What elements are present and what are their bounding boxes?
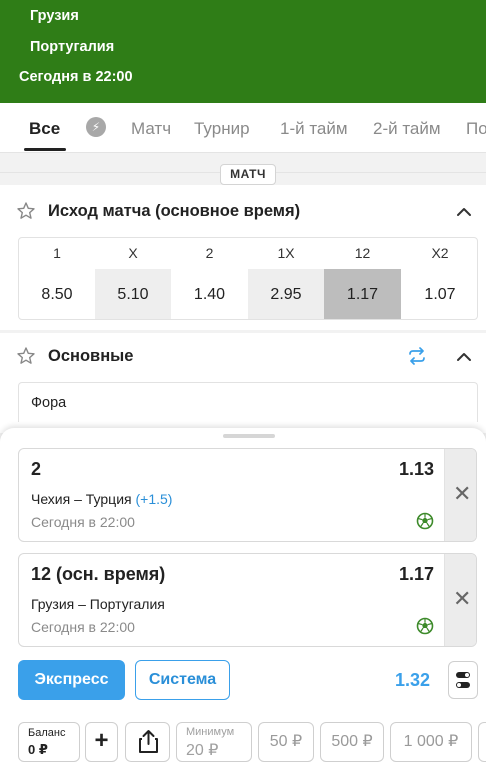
bet-slip: 2 1.13 Чехия – Турция (+1.5) Сегодня в 2… [0, 428, 486, 766]
match-header: Грузия Португалия Сегодня в 22:00 [0, 0, 486, 103]
bet-card: 12 (осн. время) 1.17 Грузия – Португалия… [18, 553, 477, 647]
odds-button-1[interactable]: 8.50 [19, 269, 95, 319]
favorite-star-icon[interactable] [16, 346, 36, 366]
balance-box: Баланс 0 ₽ [18, 722, 80, 762]
football-icon [416, 617, 434, 635]
team-1-name: Грузия [30, 8, 79, 24]
bet-time: Сегодня в 22:00 [31, 619, 135, 635]
settings-toggle-button[interactable] [448, 661, 478, 699]
bet-coefficient: 1.13 [398, 459, 434, 479]
handicap-row[interactable]: Фора [18, 382, 478, 422]
favorite-star-icon[interactable] [16, 201, 36, 221]
drag-handle[interactable] [223, 434, 275, 438]
bet-event: Чехия – Турция (+1.5) [31, 491, 172, 507]
handicap-label: Фора [31, 395, 67, 411]
close-icon: ✕ [453, 481, 472, 506]
quick-stake-more[interactable] [478, 722, 486, 762]
deposit-button[interactable]: + [85, 722, 118, 762]
share-icon [139, 730, 158, 753]
football-icon [416, 512, 434, 530]
bet-outcome: 2 [31, 459, 42, 479]
section-label-match: МАТЧ [220, 164, 276, 185]
share-button[interactable] [125, 722, 170, 762]
balance-value: 0 ₽ [28, 742, 48, 757]
lightning-icon[interactable]: ⚡ [86, 117, 106, 137]
odds-button-2[interactable]: 1.40 [171, 269, 248, 319]
odds-grid: 1 X 2 1X 12 X2 8.50 5.10 1.40 2.95 1.17 … [18, 237, 478, 320]
stake-input-label: Минимум [186, 726, 235, 738]
odds-header-1: 1 [53, 245, 61, 261]
market-tabs: Все Матч Турнир 1-й тайм 2-й тайм По [0, 103, 486, 153]
close-icon: ✕ [453, 586, 472, 611]
remove-bet-button[interactable]: ✕ [444, 554, 476, 646]
tab-first-half[interactable]: 1-й тайм [280, 119, 348, 139]
bet-coefficient: 1.17 [398, 564, 434, 584]
express-button[interactable]: Экспресс [18, 660, 125, 700]
collapse-chevron-icon[interactable] [456, 349, 472, 365]
bet-handicap: (+1.5) [135, 491, 173, 507]
tab-tournament[interactable]: Турнир [194, 119, 250, 139]
toggle-icon [456, 672, 470, 688]
odds-header-x2: X2 [431, 245, 449, 261]
market-title: Основные [48, 347, 134, 365]
bet-teams: Грузия – Португалия [31, 596, 165, 612]
odds-header-2: 2 [205, 245, 214, 261]
market-title: Исход матча (основное время) [48, 202, 301, 220]
remove-bet-button[interactable]: ✕ [444, 449, 476, 541]
total-coefficient: 1.32 [395, 670, 431, 690]
stake-input-placeholder: 20 ₽ [186, 742, 219, 759]
odds-header-12: 12 [354, 245, 371, 261]
system-button[interactable]: Система [135, 660, 230, 700]
bet-event: Грузия – Португалия [31, 596, 165, 612]
balance-label: Баланс [28, 727, 66, 739]
bet-card: 2 1.13 Чехия – Турция (+1.5) Сегодня в 2… [18, 448, 477, 542]
tab-match[interactable]: Матч [131, 119, 171, 139]
stake-input[interactable]: Минимум 20 ₽ [176, 722, 252, 762]
tab-second-half[interactable]: 2-й тайм [373, 119, 441, 139]
quick-stake-50[interactable]: 50 ₽ [258, 722, 314, 762]
market-main: Основные Фора [0, 333, 486, 433]
match-datetime: Сегодня в 22:00 [19, 69, 133, 85]
bet-time: Сегодня в 22:00 [31, 514, 135, 530]
odds-button-1x[interactable]: 2.95 [248, 269, 324, 319]
odds-button-x2[interactable]: 1.07 [401, 269, 477, 319]
odds-header-x: X [128, 245, 138, 261]
quick-stake-1000[interactable]: 1 000 ₽ [390, 722, 472, 762]
odds-button-12-selected[interactable]: 1.17 [324, 269, 401, 319]
bet-teams: Чехия – Турция [31, 491, 132, 507]
tab-all[interactable]: Все [29, 119, 60, 139]
market-outcome: Исход матча (основное время) 1 X 2 1X 12… [0, 185, 486, 330]
team-2-name: Португалия [30, 39, 115, 55]
collapse-chevron-icon[interactable] [456, 204, 472, 220]
odds-header-1x: 1X [277, 245, 295, 261]
odds-button-x[interactable]: 5.10 [95, 269, 171, 319]
bet-outcome: 12 (осн. время) [31, 564, 166, 584]
tab-more[interactable]: По [466, 119, 486, 139]
quick-stake-500[interactable]: 500 ₽ [320, 722, 384, 762]
refresh-icon[interactable] [407, 347, 427, 365]
active-tab-indicator [24, 148, 66, 151]
